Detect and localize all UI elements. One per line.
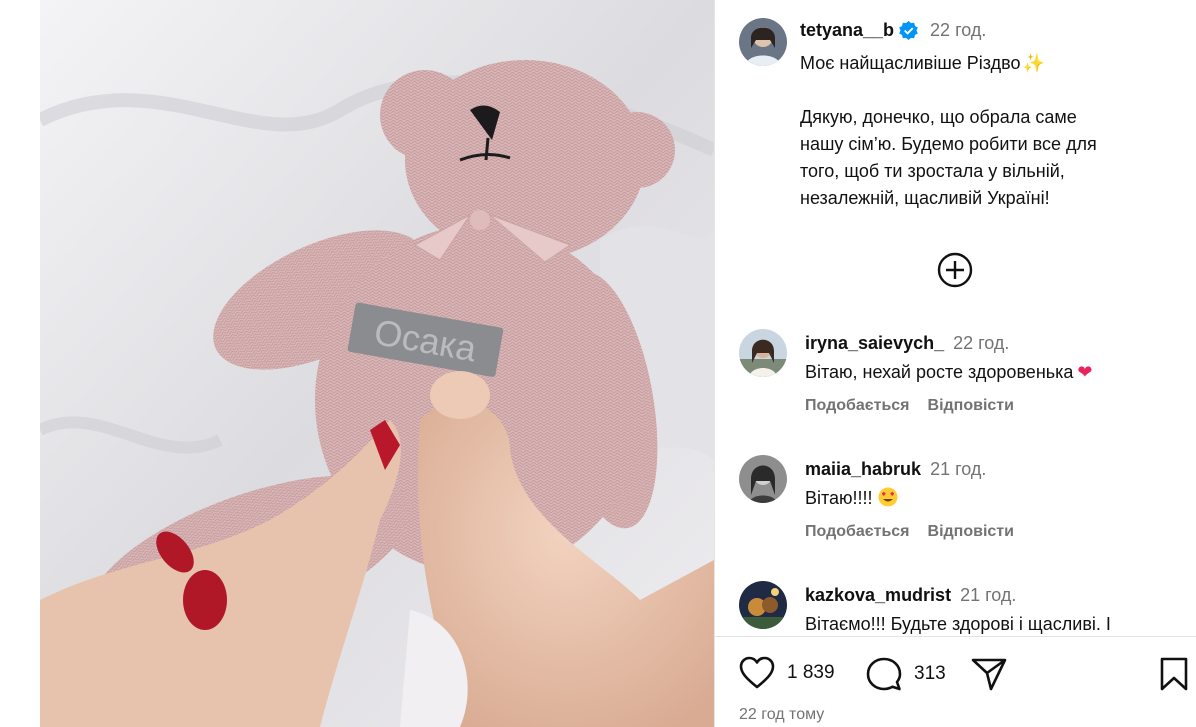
caption-line: нашу сім’ю. Будемо робити все для xyxy=(800,134,1097,154)
comment-like-button[interactable]: Подобається xyxy=(805,397,910,415)
comment-text: Вітаю!!!! xyxy=(805,488,873,508)
heart-icon xyxy=(739,656,775,689)
comment-item: kazkova_mudrist 21 год. Вітаємо!!! Будьт… xyxy=(739,578,1189,636)
post-timestamp[interactable]: 22 год тому xyxy=(739,706,824,724)
comment-time: 21 год. xyxy=(930,459,987,479)
caption-line: того, щоб ти зростала у вільній, xyxy=(800,161,1065,181)
save-button[interactable] xyxy=(1159,656,1189,692)
actions-divider xyxy=(715,636,1196,637)
teddy-bear-photo: Осака xyxy=(40,0,714,727)
comments-count: 313 xyxy=(914,663,946,684)
comments-list[interactable]: iryna_saievych_ 22 год. Вітаю, нехай рос… xyxy=(739,326,1189,636)
post-photo[interactable]: Осака xyxy=(40,0,714,727)
likes-count: 1 839 xyxy=(787,662,835,683)
red-heart-icon: ❤ xyxy=(1077,362,1093,382)
comment-time: 21 год. xyxy=(960,585,1017,605)
bookmark-icon xyxy=(1160,657,1188,691)
plus-circle-icon xyxy=(937,252,973,288)
verified-badge-icon xyxy=(899,21,918,40)
share-button[interactable] xyxy=(971,656,1007,692)
commenter-avatar[interactable] xyxy=(739,581,787,629)
caption-line: незалежній, щасливій Україні! xyxy=(800,188,1050,208)
author-username[interactable]: tetyana__b xyxy=(800,20,894,41)
comment-like-button[interactable]: Подобається xyxy=(805,523,910,541)
commenter-avatar[interactable] xyxy=(739,455,787,503)
author-avatar[interactable] xyxy=(739,18,787,66)
post-actions-bar: 1 839 313 xyxy=(739,656,1189,696)
comment-text: Вітаю, нехай росте здоровенька xyxy=(805,362,1074,382)
paper-plane-icon xyxy=(971,658,1007,691)
comment-text: Вітаємо!!! Будьте здорові і щасливі. І xyxy=(805,614,1111,634)
comment-username[interactable]: iryna_saievych_ xyxy=(805,333,944,354)
comment-username[interactable]: maiia_habruk xyxy=(805,459,921,480)
sparkles-icon: ✨ xyxy=(1022,53,1045,73)
comment-reply-button[interactable]: Відповісти xyxy=(928,523,1014,541)
comment-bubble-icon xyxy=(866,657,902,691)
caption-line: Дякую, донечко, що обрала саме xyxy=(800,107,1077,127)
post-caption: Моє найщасливіше Різдво ✨ Дякую, донечко,… xyxy=(800,50,1170,212)
caption-title: Моє найщасливіше Різдво xyxy=(800,53,1021,73)
load-more-comments-button[interactable] xyxy=(936,251,974,289)
like-button[interactable]: 1 839 xyxy=(739,656,835,690)
commenter-avatar[interactable] xyxy=(739,329,787,377)
comment-reply-button[interactable]: Відповісти xyxy=(928,397,1014,415)
comment-item: iryna_saievych_ 22 год. Вітаю, нехай рос… xyxy=(739,326,1189,452)
comment-username[interactable]: kazkova_mudrist xyxy=(805,585,951,606)
post-side-panel: tetyana__b 22 год. Моє найщасливіше Різд… xyxy=(715,0,1196,727)
post-time: 22 год. xyxy=(930,20,987,40)
heart-eyes-emoji-icon xyxy=(878,487,898,507)
comment-button[interactable]: 313 xyxy=(866,656,946,692)
comment-item: maiia_habruk 21 год. Вітаю!!!! Подобаєть… xyxy=(739,452,1189,578)
comment-time: 22 год. xyxy=(953,333,1010,353)
